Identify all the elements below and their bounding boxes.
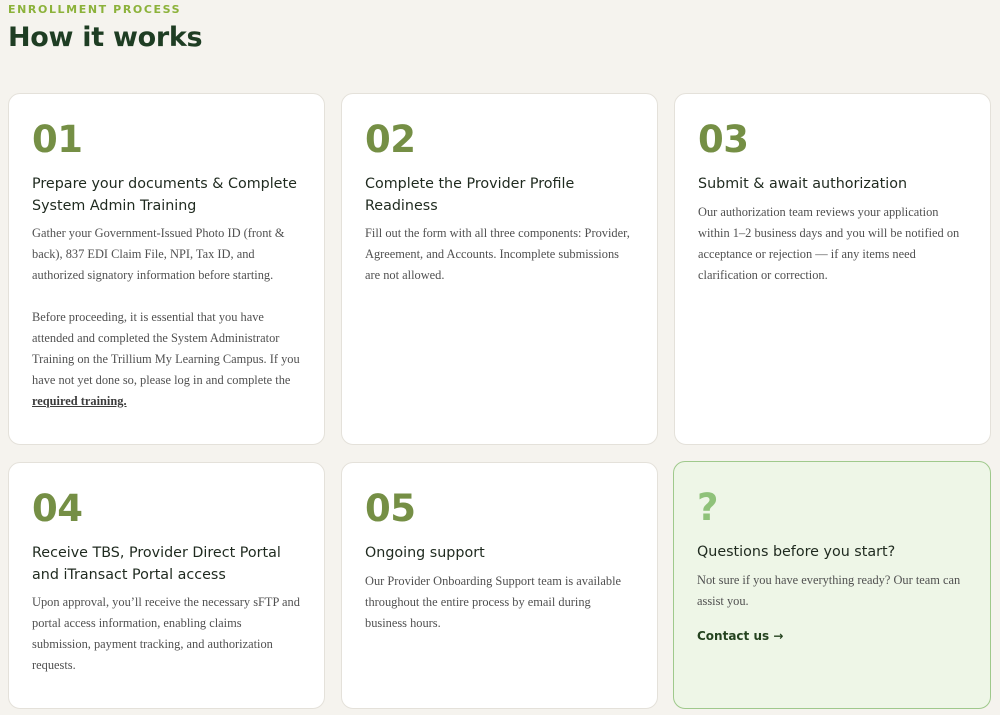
step-description: Gather your Government-Issued Photo ID (… [32,226,285,282]
help-description: Not sure if you have everything ready? O… [697,572,961,608]
contact-us-link[interactable]: Contact us → [697,629,783,643]
step-card-3: 03 Submit & await authorization Our auth… [674,93,991,445]
step-title: Submit & await authorization [698,176,908,192]
step-title: Prepare your documents & Complete System… [32,176,297,214]
step-title: Complete the Provider Profile Readiness [365,176,575,214]
step-card-2: 02 Complete the Provider Profile Readine… [341,93,658,445]
step-number: 01 [32,118,83,161]
question-mark-icon: ? [697,486,718,529]
help-card: ? Questions before you start? Not sure i… [673,461,991,709]
help-title: Questions before you start? [697,544,896,560]
step-title: Ongoing support [365,545,485,561]
step-number: 03 [698,118,749,161]
eyebrow-label: ENROLLMENT PROCESS [8,3,182,16]
step-description: Our authorization team reviews your appl… [698,204,960,282]
step-description: Upon approval, you’ll receive the necess… [32,595,300,672]
step-number: 02 [365,118,416,161]
section-heading: How it works [8,22,203,53]
step-note-text: Before proceeding, it is essential that … [32,310,300,387]
step-title: Receive TBS, Provider Direct Portal and … [32,545,281,583]
step-card-5: 05 Ongoing support Our Provider Onboardi… [341,462,658,709]
step-card-1: 01 Prepare your documents & Complete Sys… [8,93,325,445]
step-description: Fill out the form with all three compone… [365,226,630,282]
step-card-4: 04 Receive TBS, Provider Direct Portal a… [8,462,325,709]
step-description: Our Provider Onboarding Support team is … [365,573,622,630]
step-number: 05 [365,487,416,530]
required-training-link[interactable]: required training. [32,394,127,408]
step-note: Before proceeding, it is essential that … [32,307,301,412]
step-number: 04 [32,487,83,530]
